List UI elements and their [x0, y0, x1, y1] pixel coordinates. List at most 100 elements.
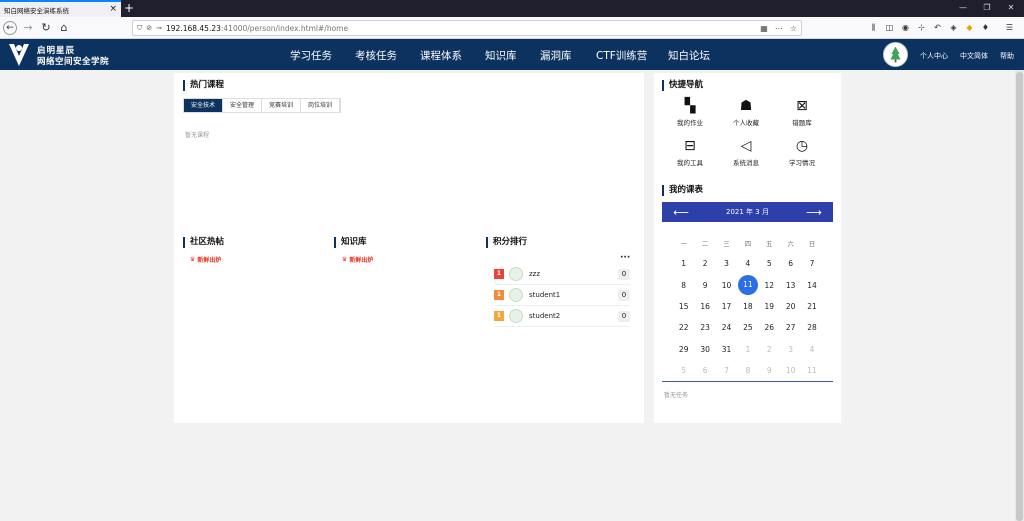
quick-nav-messages[interactable]: ◁ 系统消息: [726, 138, 766, 167]
close-window-icon[interactable]: ✕: [1004, 2, 1018, 14]
restore-icon[interactable]: ❐: [980, 2, 994, 14]
library-icon[interactable]: ⫼: [868, 22, 879, 34]
calendar-day[interactable]: 7: [801, 259, 822, 268]
nav-ctf-camp[interactable]: CTF训练营: [596, 48, 647, 63]
tab-competition-training[interactable]: 竞赛培训: [262, 99, 302, 112]
bookmark-star-icon[interactable]: ☆: [790, 24, 797, 33]
calendar-day[interactable]: 22: [673, 323, 694, 332]
extension-2-icon[interactable]: ◆: [964, 22, 975, 34]
calendar-day[interactable]: 12: [759, 281, 780, 290]
calendar-day[interactable]: 28: [801, 323, 822, 332]
calendar-day[interactable]: 9: [694, 281, 715, 290]
minimize-icon[interactable]: —: [956, 2, 970, 14]
nav-vulnerability-db[interactable]: 漏洞库: [540, 48, 572, 63]
prev-month-icon[interactable]: ⟵: [662, 206, 700, 219]
calendar-day[interactable]: 4: [737, 259, 758, 268]
address-bar[interactable]: ⛉ ⊘ ⊸ 192.168.45.23 :41000/person/index.…: [132, 20, 802, 36]
calendar-day[interactable]: 5: [759, 259, 780, 268]
calendar-day[interactable]: 30: [694, 345, 715, 354]
personal-center-link[interactable]: 个人中心: [920, 51, 948, 61]
new-tab-button[interactable]: +: [123, 1, 135, 15]
nav-learning-tasks[interactable]: 学习任务: [290, 48, 332, 63]
quick-nav-favorites[interactable]: ☗ 个人收藏: [726, 98, 766, 127]
calendar-day-today[interactable]: 11: [737, 275, 758, 296]
calendar-day[interactable]: 7: [716, 366, 737, 375]
calendar-day-number: 2: [702, 259, 708, 269]
extension-icon[interactable]: ◈: [948, 22, 959, 34]
tab-job-training[interactable]: 岗位培训: [301, 99, 341, 112]
calendar-day[interactable]: 6: [780, 259, 801, 268]
calendar-day[interactable]: 20: [780, 302, 801, 311]
language-link[interactable]: 中文简体: [960, 51, 988, 61]
extension-3-icon[interactable]: ♦: [980, 22, 991, 34]
undo-icon[interactable]: ↶: [932, 22, 943, 34]
calendar-day[interactable]: 10: [716, 281, 737, 290]
calendar-day[interactable]: 6: [694, 366, 715, 375]
calendar-day[interactable]: 19: [759, 302, 780, 311]
back-icon[interactable]: ←: [3, 21, 17, 35]
calendar-day-number: 23: [700, 323, 710, 333]
sidebar-icon[interactable]: ◫: [884, 22, 895, 34]
calendar-day[interactable]: 1: [673, 259, 694, 268]
ranking-more-icon[interactable]: ···: [620, 253, 630, 263]
calendar-day[interactable]: 2: [694, 259, 715, 268]
calendar-day[interactable]: 16: [694, 302, 715, 311]
ranking-row[interactable]: 1 zzz 0: [494, 264, 630, 285]
nav-forum[interactable]: 知白论坛: [668, 48, 710, 63]
venus-logo-icon[interactable]: [8, 42, 30, 68]
ranking-row[interactable]: 1 student2 0: [494, 306, 630, 327]
calendar-day[interactable]: 21: [801, 302, 822, 311]
menu-icon[interactable]: ☰: [1004, 22, 1015, 34]
user-avatar[interactable]: [883, 42, 908, 67]
nav-knowledge-base[interactable]: 知识库: [485, 48, 517, 63]
help-link[interactable]: 帮助: [1000, 51, 1014, 61]
qr-code-icon[interactable]: ▦: [760, 24, 768, 33]
calendar-day[interactable]: 1: [737, 345, 758, 354]
forward-icon[interactable]: →: [21, 21, 35, 35]
calendar-day-number: 10: [785, 365, 796, 375]
calendar-day[interactable]: 14: [801, 281, 822, 290]
calendar-day[interactable]: 31: [716, 345, 737, 354]
calendar-day[interactable]: 8: [737, 366, 758, 375]
browser-tab[interactable]: 知白网络安全演练系统 ×: [0, 0, 121, 17]
quick-nav-wrong-questions[interactable]: ⊠ 错题库: [782, 98, 822, 127]
calendar-day[interactable]: 18: [737, 302, 758, 311]
knowledge-new-badge[interactable]: ♛ 新鲜出炉: [342, 255, 373, 264]
tab-security-tech[interactable]: 安全技术: [184, 99, 224, 112]
quick-nav-study-status[interactable]: ◷ 学习情况: [782, 138, 822, 167]
calendar-day[interactable]: 3: [780, 345, 801, 354]
calendar-day[interactable]: 4: [801, 345, 822, 354]
account-icon[interactable]: ◉: [900, 22, 911, 34]
calendar-day[interactable]: 2: [759, 345, 780, 354]
calendar-day[interactable]: 27: [780, 323, 801, 332]
screenshot-icon[interactable]: ⊹: [916, 22, 927, 34]
calendar-day[interactable]: 11: [801, 366, 822, 375]
community-new-badge[interactable]: ♛ 新鲜出炉: [190, 255, 221, 264]
quick-nav-tools[interactable]: ⊟ 我的工具: [670, 138, 710, 167]
scrollbar-thumb[interactable]: [1016, 72, 1023, 521]
quick-nav-homework[interactable]: ▚ 我的作业: [670, 98, 710, 127]
reload-icon[interactable]: ↻: [39, 21, 53, 35]
next-month-icon[interactable]: ⟶: [795, 206, 833, 219]
nav-course-system[interactable]: 课程体系: [420, 48, 462, 63]
calendar-day[interactable]: 8: [673, 281, 694, 290]
calendar-day[interactable]: 24: [716, 323, 737, 332]
tab-security-management[interactable]: 安全管理: [223, 99, 263, 112]
calendar-day[interactable]: 13: [780, 281, 801, 290]
calendar-day[interactable]: 26: [759, 323, 780, 332]
calendar-day[interactable]: 3: [716, 259, 737, 268]
nav-assessment-tasks[interactable]: 考核任务: [355, 48, 397, 63]
calendar-day[interactable]: 5: [673, 366, 694, 375]
calendar-day[interactable]: 10: [780, 366, 801, 375]
more-actions-icon[interactable]: ⋯: [775, 24, 783, 33]
calendar-day[interactable]: 15: [673, 302, 694, 311]
calendar-day[interactable]: 9: [759, 366, 780, 375]
calendar-day[interactable]: 29: [673, 345, 694, 354]
calendar-day[interactable]: 25: [737, 323, 758, 332]
close-tab-icon[interactable]: ×: [109, 5, 117, 14]
home-icon[interactable]: ⌂: [57, 21, 71, 35]
ranking-row[interactable]: 1 student1 0: [494, 285, 630, 306]
calendar-weekday: 四: [744, 239, 752, 248]
calendar-day[interactable]: 17: [716, 302, 737, 311]
calendar-day[interactable]: 23: [694, 323, 715, 332]
